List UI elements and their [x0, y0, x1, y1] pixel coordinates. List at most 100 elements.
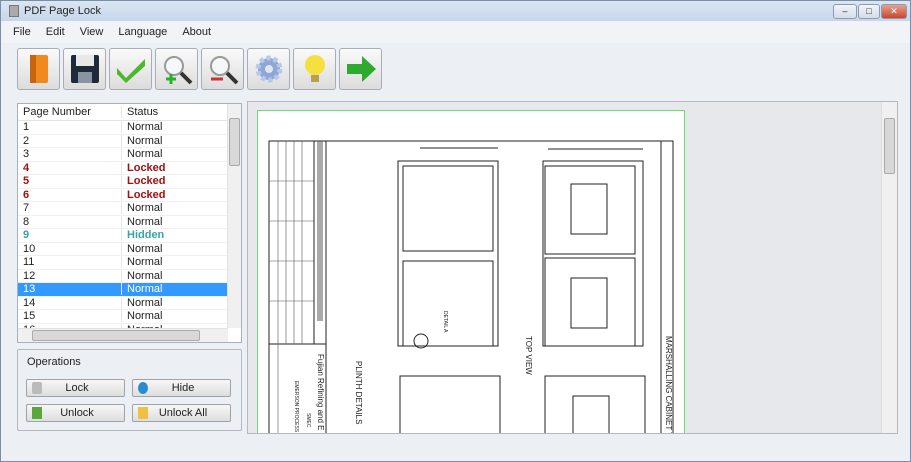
- list-horizontal-scrollbar[interactable]: [18, 328, 228, 342]
- status-cell: Normal: [127, 283, 163, 296]
- scroll-thumb[interactable]: [884, 118, 895, 174]
- page-number-cell: 2: [18, 134, 122, 147]
- app-lock-icon: [9, 5, 19, 17]
- check-icon: [116, 59, 145, 83]
- close-button[interactable]: ✕: [881, 4, 907, 19]
- lock-icon: [32, 382, 42, 394]
- status-cell: Locked: [127, 161, 166, 174]
- status-cell: Normal: [127, 148, 163, 161]
- unlock-button[interactable]: Unlock: [26, 404, 125, 422]
- open-icon: [29, 55, 48, 83]
- table-row[interactable]: 8 Normal: [18, 215, 241, 229]
- page-number-cell: 5: [18, 175, 122, 188]
- page-number-cell: 13: [18, 283, 122, 296]
- page-number-cell: 14: [18, 296, 122, 309]
- hide-eye-icon: [138, 382, 148, 394]
- window-title: PDF Page Lock: [24, 5, 102, 17]
- page-number-cell: 3: [18, 148, 122, 161]
- column-page-number[interactable]: Page Number: [18, 106, 122, 118]
- app-window: PDF Page Lock – □ ✕ File Edit View Langu…: [0, 0, 911, 462]
- pdf-page: PLINTH DETAILS TOP VIEW MARSHALLING CABI…: [257, 110, 685, 433]
- zoom-in-icon: [163, 56, 192, 85]
- status-cell: Hidden: [127, 229, 165, 242]
- menu-about[interactable]: About: [182, 26, 211, 38]
- zoom-in-button[interactable]: [155, 48, 198, 90]
- scroll-thumb[interactable]: [32, 330, 200, 341]
- table-row[interactable]: 3 Normal: [18, 148, 241, 162]
- save-button[interactable]: [63, 48, 106, 90]
- status-cell: Normal: [127, 242, 163, 255]
- page-number-cell: 10: [18, 242, 122, 255]
- page-number-cell: 9: [18, 229, 122, 242]
- table-row[interactable]: 1 Normal: [18, 121, 241, 135]
- column-status[interactable]: Status: [122, 106, 226, 118]
- status-cell: Normal: [127, 134, 163, 147]
- detail-a-label: DETAIL A: [442, 311, 448, 333]
- client-label: Fujian Refining and E: [316, 354, 325, 431]
- page-number-cell: 8: [18, 215, 122, 228]
- status-cell: Normal: [127, 310, 163, 323]
- menu-edit[interactable]: Edit: [46, 26, 65, 38]
- toolbar: [17, 48, 382, 90]
- lock-button[interactable]: Lock: [26, 379, 125, 397]
- page-number-cell: 12: [18, 269, 122, 282]
- status-cell: Normal: [127, 296, 163, 309]
- unlock-all-label: Unlock All: [158, 407, 208, 419]
- status-cell: Locked: [127, 175, 166, 188]
- plinth-details-label: PLINTH DETAILS: [354, 361, 363, 425]
- scroll-thumb[interactable]: [229, 118, 240, 166]
- unlock-all-button[interactable]: Unlock All: [132, 404, 231, 422]
- operations-title: Operations: [27, 356, 81, 368]
- hide-button[interactable]: Hide: [132, 379, 231, 397]
- page-list[interactable]: Page Number Status 1 Normal 2 Normal 3 Normal…: [17, 103, 242, 343]
- apply-button[interactable]: [109, 48, 152, 90]
- maximize-button[interactable]: □: [858, 4, 880, 19]
- list-vertical-scrollbar[interactable]: [227, 104, 241, 328]
- table-row[interactable]: 7 Normal: [18, 202, 241, 216]
- table-row[interactable]: 9 Hidden: [18, 229, 241, 243]
- zoom-out-button[interactable]: [201, 48, 244, 90]
- lock-label: Lock: [65, 382, 89, 394]
- open-button[interactable]: [17, 48, 60, 90]
- gear-icon: [255, 55, 282, 83]
- page-number-cell: 7: [18, 202, 122, 215]
- table-row[interactable]: 2 Normal: [18, 134, 241, 148]
- hide-label: Hide: [171, 382, 195, 394]
- page-number-cell: 4: [18, 161, 122, 174]
- title-bar: PDF Page Lock – □ ✕: [1, 1, 910, 21]
- unlock-icon: [32, 407, 42, 419]
- save-icon: [70, 55, 99, 83]
- menu-file[interactable]: File: [13, 26, 31, 38]
- menu-view[interactable]: View: [80, 26, 104, 38]
- menu-language[interactable]: Language: [118, 26, 167, 38]
- top-view-label: TOP VIEW: [524, 336, 533, 375]
- help-button[interactable]: [293, 48, 336, 90]
- lightbulb-icon: [304, 55, 325, 82]
- table-row[interactable]: 6 Locked: [18, 188, 241, 202]
- next-button[interactable]: [339, 48, 382, 90]
- settings-button[interactable]: [247, 48, 290, 90]
- operations-group: Operations Lock Hide Unlock Unlock All: [17, 349, 242, 431]
- status-cell: Normal: [127, 202, 163, 215]
- table-row[interactable]: 12 Normal: [18, 269, 241, 283]
- preview-vertical-scrollbar[interactable]: [881, 102, 897, 433]
- table-row[interactable]: 10 Normal: [18, 242, 241, 256]
- status-cell: Normal: [127, 215, 163, 228]
- smec-label: SMEC: [305, 413, 311, 428]
- zoom-out-icon: [209, 56, 238, 85]
- status-cell: Normal: [127, 121, 163, 134]
- page-number-cell: 15: [18, 310, 122, 323]
- table-row[interactable]: 4 Locked: [18, 161, 241, 175]
- list-header: Page Number Status: [18, 104, 241, 121]
- minimize-button[interactable]: –: [833, 4, 857, 19]
- page-preview[interactable]: PLINTH DETAILS TOP VIEW MARSHALLING CABI…: [247, 101, 898, 434]
- page-number-cell: 1: [18, 121, 122, 134]
- table-row[interactable]: 11 Normal: [18, 256, 241, 270]
- table-row[interactable]: 5 Locked: [18, 175, 241, 189]
- table-row[interactable]: 13 Normal: [18, 283, 241, 297]
- arrow-right-icon: [346, 56, 376, 82]
- list-rows: 1 Normal 2 Normal 3 Normal 4 Locked 5 Locked 6 Lock…: [18, 121, 241, 328]
- status-cell: Normal: [127, 256, 163, 269]
- table-row[interactable]: 15 Normal: [18, 310, 241, 324]
- table-row[interactable]: 14 Normal: [18, 296, 241, 310]
